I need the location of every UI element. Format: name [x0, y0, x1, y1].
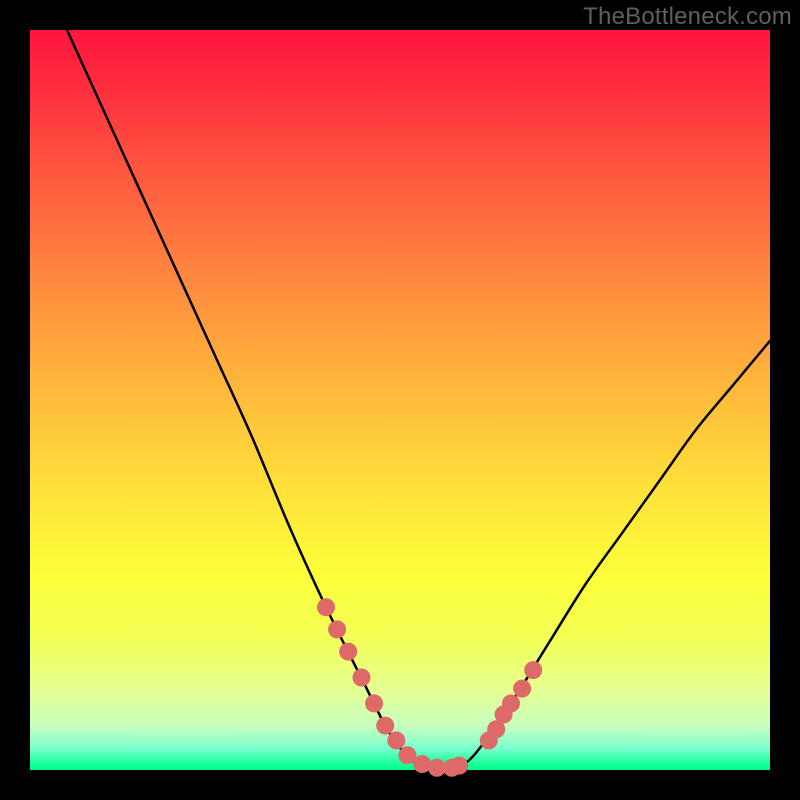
highlight-dot [387, 731, 405, 749]
highlight-dot [317, 598, 335, 616]
watermark-text: TheBottleneck.com [583, 3, 792, 31]
highlight-dot [502, 694, 520, 712]
highlight-dot [339, 643, 357, 661]
highlight-dot [328, 620, 346, 638]
highlight-dot [450, 757, 468, 775]
highlight-dots [317, 598, 542, 777]
highlight-dot [524, 661, 542, 679]
highlight-dot [376, 717, 394, 735]
highlight-dot [513, 680, 531, 698]
highlight-dot [365, 694, 383, 712]
curve-layer [30, 30, 770, 770]
chart-frame: TheBottleneck.com [0, 0, 800, 800]
plot-area [30, 30, 770, 770]
bottleneck-curve [67, 30, 770, 771]
highlight-dot [353, 669, 371, 687]
